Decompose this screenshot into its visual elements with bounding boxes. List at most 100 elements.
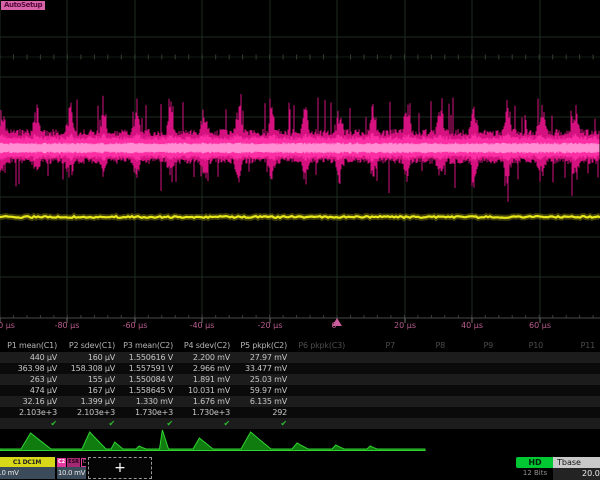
hd-mode-button[interactable]: HD — [516, 457, 554, 468]
measure-cell: 59.97 mV — [235, 385, 292, 396]
channel2-descriptor-box[interactable]: C2 ESR DC1M 10.0 mV — [57, 457, 86, 479]
measure-cell — [498, 396, 548, 407]
measure-cell — [498, 363, 548, 374]
oscilloscope-screen: AutoSetup -100 µs-80 µs-60 µs-40 µs-20 µ… — [0, 0, 600, 480]
measure-cell — [498, 385, 548, 396]
channel2-header: C2 ESR DC1M — [57, 457, 86, 467]
channel2-esr-tag: ESR — [67, 458, 80, 467]
measure-cell — [498, 352, 548, 363]
hd-mode-group[interactable]: HD 12 Bits — [513, 457, 557, 478]
measure-column-header[interactable]: P7 — [350, 339, 400, 352]
hd-bits-label: 12 Bits — [513, 469, 557, 478]
measure-cell — [548, 396, 600, 407]
status-check-icon: ✔ — [280, 419, 287, 428]
bottom-toolbar: C1 DC1M 10.0 mV C2 ESR DC1M 10.0 mV + HD… — [0, 456, 600, 480]
timebase-descriptor-box[interactable]: Tbase 20.0 µs/div — [553, 457, 600, 480]
measure-cell — [450, 363, 498, 374]
measure-cell — [292, 374, 350, 385]
measure-cell: 1.399 µV — [62, 396, 120, 407]
measure-column-header[interactable]: P3 mean(C2) — [120, 339, 178, 352]
measure-cell — [400, 374, 450, 385]
measure-cell — [450, 385, 498, 396]
measure-cell: 27.97 mV — [235, 352, 292, 363]
channel1-descriptor-box[interactable]: C1 DC1M 10.0 mV — [0, 457, 55, 479]
measure-cell: 1.330 mV — [120, 396, 178, 407]
measure-cell — [450, 396, 498, 407]
measure-cell: 1.730e+3 — [120, 407, 178, 418]
measure-cell: 33.477 mV — [235, 363, 292, 374]
measure-cell: 25.03 mV — [235, 374, 292, 385]
timebase-value: 20.0 µs/div — [553, 468, 600, 480]
measurement-table: P1 mean(C1)P2 sdev(C1)P3 mean(C2)P4 sdev… — [0, 339, 600, 429]
time-axis-label: 40 µs — [461, 321, 483, 331]
measure-cell: 1.558645 V — [120, 385, 178, 396]
measure-cell — [548, 385, 600, 396]
status-check-icon: ✔ — [50, 419, 57, 428]
measure-column-header[interactable]: P1 mean(C1) — [0, 339, 62, 352]
measure-cell — [400, 352, 450, 363]
measure-row: 474 µV167 µV1.558645 V10.031 mV59.97 mV — [0, 385, 600, 396]
measure-cell: 292 — [235, 407, 292, 418]
measure-column-header[interactable]: P11 — [548, 339, 600, 352]
measure-cell — [292, 363, 350, 374]
measure-cell — [400, 363, 450, 374]
measure-cell — [350, 374, 400, 385]
channel1-label: C1 — [13, 459, 21, 466]
time-axis-label: -80 µs — [55, 321, 80, 331]
measure-header-row: P1 mean(C1)P2 sdev(C1)P3 mean(C2)P4 sdev… — [0, 339, 600, 352]
measure-cell: 1.730e+3 — [178, 407, 235, 418]
channel2-label: C2 — [57, 458, 66, 467]
measure-row: 363.98 µV158.308 µV1.557591 V2.966 mV33.… — [0, 363, 600, 374]
time-axis-label: -20 µs — [258, 321, 283, 331]
measure-column-header[interactable]: P10 — [498, 339, 548, 352]
measure-cell — [350, 385, 400, 396]
measure-cell: 440 µV — [0, 352, 62, 363]
measure-row: 32.16 µV1.399 µV1.330 mV1.676 mV6.135 mV — [0, 396, 600, 407]
measure-cell: 1.550084 V — [120, 374, 178, 385]
measure-cell: 158.308 µV — [62, 363, 120, 374]
measure-cell — [548, 363, 600, 374]
measure-cell — [292, 385, 350, 396]
measure-cell — [292, 352, 350, 363]
measure-cell — [498, 407, 548, 418]
measure-row: 263 µV155 µV1.550084 V1.891 mV25.03 mV — [0, 374, 600, 385]
measure-cell — [498, 374, 548, 385]
measure-cell: 2.966 mV — [178, 363, 235, 374]
measure-cell: 1.891 mV — [178, 374, 235, 385]
measure-cell — [400, 396, 450, 407]
measure-cell — [450, 374, 498, 385]
measure-cell: 1.676 mV — [178, 396, 235, 407]
measure-cell: 167 µV — [62, 385, 120, 396]
green-trace — [0, 430, 425, 451]
measure-column-header[interactable]: P8 — [400, 339, 450, 352]
time-axis-label: -60 µs — [123, 321, 148, 331]
measure-row: 2.103e+32.103e+31.730e+31.730e+3292 — [0, 407, 600, 418]
channel2-scale: 10.0 mV — [57, 467, 86, 479]
measure-column-header[interactable]: P5 pkpk(C2) — [235, 339, 292, 352]
measure-cell: 1.557591 V — [120, 363, 178, 374]
channel2-coupling: DC1M — [81, 458, 86, 467]
add-trace-button[interactable]: + — [88, 457, 152, 479]
measure-cell: 6.135 mV — [235, 396, 292, 407]
measure-cell — [450, 352, 498, 363]
channel1-coupling: DC1M — [23, 459, 41, 466]
measure-cell — [548, 352, 600, 363]
measure-column-header[interactable]: P6 pkpk(C3) — [292, 339, 350, 352]
measure-cell — [450, 407, 498, 418]
measure-cell: 2.103e+3 — [0, 407, 62, 418]
measure-cell: 1.550616 V — [120, 352, 178, 363]
time-axis-labels: -100 µs-80 µs-60 µs-40 µs-20 µs020 µs40 … — [0, 321, 600, 332]
measure-column-header[interactable]: P4 sdev(C2) — [178, 339, 235, 352]
measure-column-header[interactable]: P9 — [450, 339, 498, 352]
time-axis-label: 0 — [331, 321, 336, 331]
status-check-icon: ✔ — [108, 419, 115, 428]
measure-cell — [350, 407, 400, 418]
measure-cell: 474 µV — [0, 385, 62, 396]
measure-column-header[interactable]: P2 sdev(C1) — [62, 339, 120, 352]
time-axis-label: 20 µs — [394, 321, 416, 331]
measure-cell — [350, 396, 400, 407]
measure-cell — [292, 396, 350, 407]
waveform-display[interactable] — [0, 0, 600, 332]
analysis-trace-display[interactable] — [0, 428, 600, 458]
measure-row: 440 µV160 µV1.550616 V2.200 mV27.97 mV — [0, 352, 600, 363]
